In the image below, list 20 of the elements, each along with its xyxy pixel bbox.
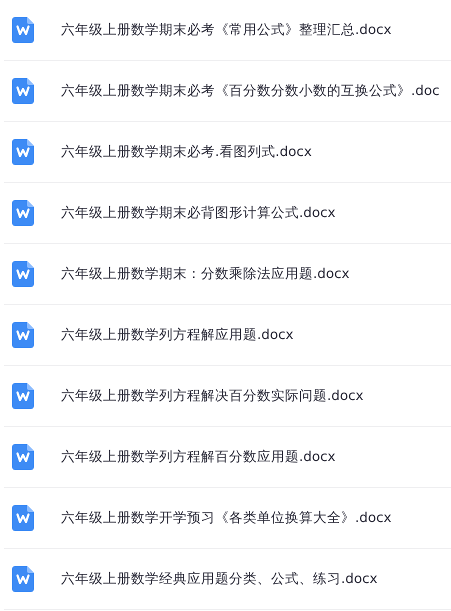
document-icon: [12, 200, 34, 226]
file-name[interactable]: 六年级上册数学期末必考.看图列式.docx: [61, 143, 312, 161]
file-name[interactable]: 六年级上册数学期末必考《常用公式》整理汇总.docx: [61, 21, 392, 39]
document-icon: [12, 444, 34, 470]
file-name[interactable]: 六年级上册数学开学预习《各类单位换算大全》.docx: [61, 509, 392, 527]
file-name[interactable]: 六年级上册数学列方程解百分数应用题.docx: [61, 448, 336, 466]
document-icon: [12, 261, 34, 287]
document-icon: [12, 383, 34, 409]
document-icon: [12, 17, 34, 43]
file-name[interactable]: 六年级上册数学列方程解决百分数实际问题.docx: [61, 387, 364, 405]
document-icon: [12, 566, 34, 592]
file-name[interactable]: 六年级上册数学期末必考《百分数分数小数的互换公式》.doc: [61, 82, 440, 100]
file-name[interactable]: 六年级上册数学期末：分数乘除法应用题.docx: [61, 265, 350, 283]
file-name[interactable]: 六年级上册数学列方程解应用题.docx: [61, 326, 294, 344]
file-name[interactable]: 六年级上册数学期末必背图形计算公式.docx: [61, 204, 336, 222]
document-icon: [12, 505, 34, 531]
document-icon: [12, 78, 34, 104]
file-name[interactable]: 六年级上册数学经典应用题分类、公式、练习.docx: [61, 570, 378, 588]
document-icon: [12, 322, 34, 348]
document-icon: [12, 139, 34, 165]
